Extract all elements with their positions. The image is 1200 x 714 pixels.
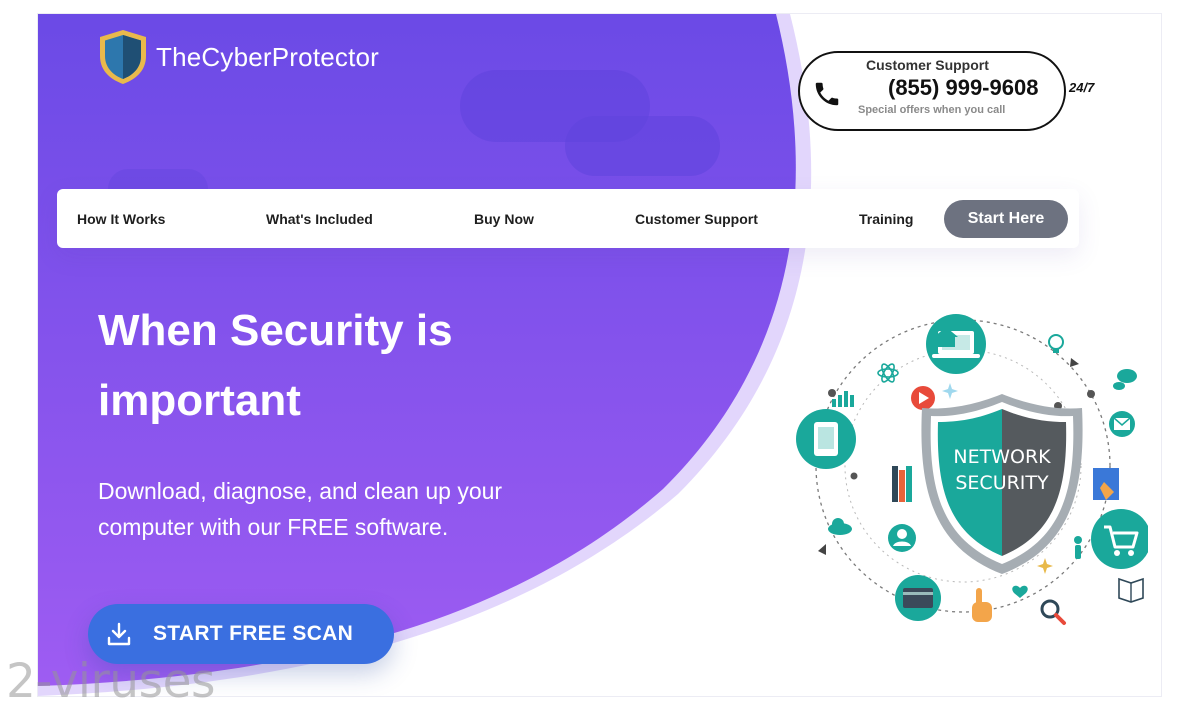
books-icon (892, 466, 912, 502)
chat-bubbles-icon (1113, 369, 1137, 390)
support-offer-text: Special offers when you call (858, 104, 1006, 116)
atom-icon (877, 363, 899, 383)
network-security-illustration: NETWORK SECURITY (796, 314, 1148, 625)
shield-line-2: SECURITY (955, 472, 1049, 494)
watermark-text: 2-viruses (6, 654, 215, 709)
mail-icon (1109, 411, 1135, 437)
page-frame: TheCyberProtector Customer Support (855)… (38, 14, 1161, 696)
cloud-icon (828, 518, 852, 535)
customer-support-box[interactable]: Customer Support (855) 999-9608 Special … (798, 51, 1066, 131)
shield-logo-icon (100, 30, 146, 84)
hero-title-line-2: important (98, 376, 301, 425)
video-play-icon (911, 386, 935, 410)
hero-subtitle: Download, diagnose, and clean up your co… (98, 473, 618, 545)
download-icon (107, 622, 131, 646)
user-avatar-icon (888, 524, 916, 552)
laptop-icon (926, 314, 986, 374)
network-security-shield: NETWORK SECURITY (921, 394, 1083, 574)
nav-item-how-it-works[interactable]: How It Works (77, 211, 165, 227)
brand-name: TheCyberProtector (156, 41, 380, 72)
main-nav: How It Works What's Included Buy Now Cus… (57, 189, 1079, 248)
hero-title: When Security is important (98, 296, 658, 436)
brand-logo[interactable]: TheCyberProtector (96, 28, 379, 86)
nav-item-customer-support[interactable]: Customer Support (635, 211, 758, 227)
support-title: Customer Support (866, 57, 989, 73)
magnifier-icon (1040, 599, 1066, 625)
nav-item-buy-now[interactable]: Buy Now (474, 211, 534, 227)
start-here-button[interactable]: Start Here (944, 200, 1068, 238)
lightbulb-icon (1048, 334, 1064, 353)
hero-title-line-1: When Security is (98, 306, 453, 355)
scan-button-label: START FREE SCAN (153, 622, 354, 645)
phone-icon (815, 82, 839, 106)
document-icon (1093, 468, 1119, 500)
tablet-icon (796, 409, 856, 469)
person-icon (1074, 536, 1082, 559)
nav-item-training[interactable]: Training (859, 211, 913, 227)
shield-line-1: NETWORK (953, 446, 1051, 468)
credit-card-icon (895, 575, 941, 621)
hero-subtitle-line-1: Download, diagnose, and clean up your (98, 478, 503, 504)
support-hours: 24/7 (1069, 80, 1095, 95)
hand-pointer-icon (972, 588, 992, 622)
support-phone-number[interactable]: (855) 999-9608 (888, 75, 1038, 101)
shopping-cart-icon (1091, 509, 1148, 569)
heart-icon (1012, 585, 1028, 598)
nav-item-whats-included[interactable]: What's Included (266, 211, 373, 227)
hero-subtitle-line-2: computer with our FREE software. (98, 514, 449, 540)
open-book-icon (1118, 577, 1144, 603)
